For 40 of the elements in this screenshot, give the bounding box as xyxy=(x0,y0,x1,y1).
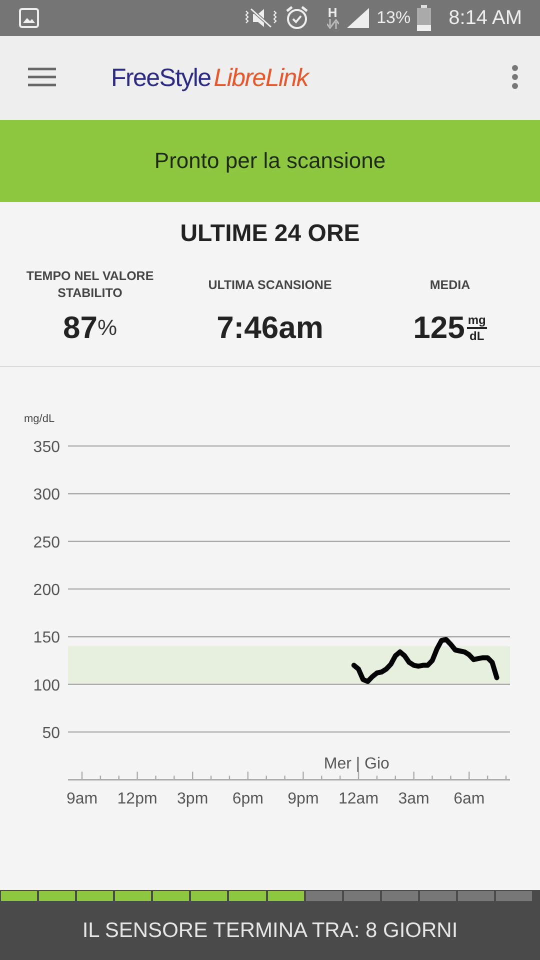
stat-label: TEMPO NEL VALORE STABILITO xyxy=(25,268,155,302)
unit-label: mg xyxy=(466,313,487,329)
axis-tick-label: 200 xyxy=(33,582,60,600)
picture-icon xyxy=(18,7,40,29)
axis-tick-label: 250 xyxy=(33,534,60,552)
axis-tick-label: 3pm xyxy=(177,790,208,808)
axis-tick-label: 150 xyxy=(33,630,60,647)
section-title: ULTIME 24 ORE xyxy=(179,220,361,248)
data-arrows-icon xyxy=(326,19,339,29)
stat-label: ULTIMA SCANSIONE xyxy=(207,276,333,294)
stat-value: 125 xyxy=(413,310,465,346)
battery-icon xyxy=(416,5,431,31)
axis-label: mg/dL xyxy=(24,413,55,425)
sensor-expiry-message: IL SENSORE TERMINA TRA: 8 GIORNI xyxy=(82,918,458,942)
network-type-label: H xyxy=(328,7,338,19)
axis-tick-label: 100 xyxy=(33,677,60,694)
signal-icon xyxy=(344,6,371,30)
axis-tick-label: 50 xyxy=(42,725,60,742)
alarm-icon xyxy=(284,5,309,31)
logo-text: FreeStyle xyxy=(111,64,211,92)
axis-tick-label: 300 xyxy=(33,486,60,504)
axis-tick-label: 9am xyxy=(66,790,98,808)
mute-icon xyxy=(242,6,279,30)
stat-value: 87 xyxy=(62,310,98,346)
stat-label: MEDIA xyxy=(428,276,472,294)
day-divider-label: Mer | Gio xyxy=(324,756,390,773)
status-banner-text: Pronto per la scansione xyxy=(154,148,386,174)
axis-tick-label: 3am xyxy=(398,790,430,808)
stat-value: 7:46am xyxy=(216,310,324,346)
clock-time: 8:14 AM xyxy=(448,6,522,30)
logo-text: LibreLink xyxy=(214,64,308,92)
unit-label: dL xyxy=(468,329,486,343)
axis-tick-label: 12pm xyxy=(117,790,158,808)
battery-percentage: 13% xyxy=(376,8,411,28)
axis-tick-label: 12am xyxy=(338,790,379,808)
axis-tick-label: 6pm xyxy=(232,790,264,808)
axis-tick-label: 6am xyxy=(454,790,485,808)
axis-tick-label: 9pm xyxy=(288,790,319,808)
axis-tick-label: 350 xyxy=(33,439,60,456)
unit-label: % xyxy=(97,315,118,341)
